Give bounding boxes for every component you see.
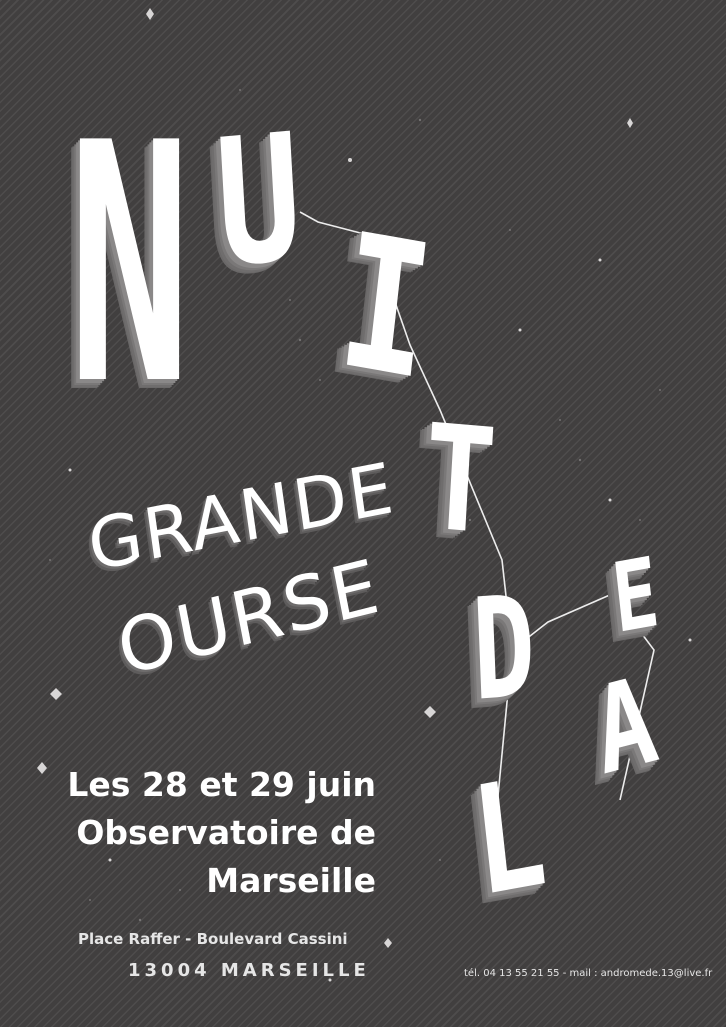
address-street: Place Raffer - Boulevard Cassini (78, 930, 348, 948)
letter-u: U (211, 96, 307, 307)
event-dates: Les 28 et 29 juin (67, 765, 376, 804)
poster: N U I T D E L A GRANDE OURSE Les 28 et 2… (0, 0, 726, 1027)
address-city: 13004 MARSEILLE (128, 960, 370, 981)
event-venue-line1: Observatoire de (76, 813, 376, 852)
letter-t: T (419, 393, 501, 568)
letter-d: D (469, 565, 539, 733)
contact-info: tél. 04 13 55 21 55 - mail : andromede.1… (464, 968, 713, 979)
event-venue-line2: Marseille (206, 861, 376, 900)
letter-n: N (68, 73, 192, 457)
